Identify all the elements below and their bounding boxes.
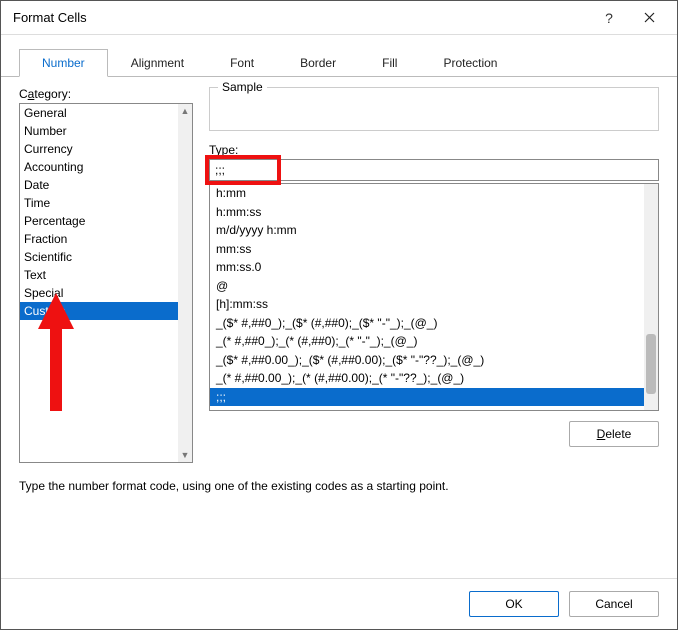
type-listbox[interactable]: h:mm h:mm:ss m/d/yyyy h:mm mm:ss mm:ss.0… [209, 183, 659, 411]
type-label: Type: [209, 143, 659, 157]
list-item[interactable]: m/d/yyyy h:mm [210, 221, 644, 240]
tab-font[interactable]: Font [207, 49, 277, 76]
list-item[interactable]: [h]:mm:ss [210, 295, 644, 314]
tab-protection[interactable]: Protection [420, 49, 520, 76]
ok-button[interactable]: OK [469, 591, 559, 617]
list-item[interactable]: mm:ss [210, 240, 644, 259]
list-item[interactable]: Percentage [20, 212, 178, 230]
tab-bar: Number Alignment Font Border Fill Protec… [1, 35, 677, 77]
tab-fill[interactable]: Fill [359, 49, 420, 76]
scroll-down-icon: ▼ [181, 448, 190, 462]
list-item[interactable]: _(* #,##0_);_(* (#,##0);_(* "-"_);_(@_) [210, 332, 644, 351]
tab-border[interactable]: Border [277, 49, 359, 76]
titlebar: Format Cells ? [1, 1, 677, 35]
category-section: Category: General Number Currency Accoun… [19, 87, 193, 463]
list-item[interactable]: Text [20, 266, 178, 284]
scroll-up-icon: ▲ [181, 104, 190, 118]
list-item[interactable]: Fraction [20, 230, 178, 248]
list-item[interactable]: Number [20, 122, 178, 140]
help-button[interactable]: ? [589, 3, 629, 33]
sample-legend: Sample [218, 80, 267, 94]
list-item[interactable]: _($* #,##0.00_);_($* (#,##0.00);_($* "-"… [210, 351, 644, 370]
window-title: Format Cells [13, 10, 589, 25]
scrollbar-thumb[interactable] [646, 334, 656, 394]
tab-number[interactable]: Number [19, 49, 108, 77]
list-item[interactable]: Currency [20, 140, 178, 158]
tab-alignment[interactable]: Alignment [108, 49, 207, 76]
options-section: Sample Type: h:mm h:mm:ss m/d/yyyy h:mm … [209, 87, 659, 463]
list-item[interactable]: General [20, 104, 178, 122]
list-item[interactable]: Time [20, 194, 178, 212]
list-item[interactable]: Date [20, 176, 178, 194]
scrollbar[interactable] [644, 184, 658, 410]
list-item[interactable]: ;;; [210, 388, 644, 407]
scrollbar[interactable]: ▲ ▼ [178, 104, 192, 462]
type-input[interactable] [209, 159, 659, 181]
list-item[interactable]: Scientific [20, 248, 178, 266]
list-item[interactable]: Accounting [20, 158, 178, 176]
list-item[interactable]: h:mm:ss [210, 203, 644, 222]
delete-button[interactable]: Delete [569, 421, 659, 447]
hint-text: Type the number format code, using one o… [19, 479, 659, 493]
list-item[interactable]: mm:ss.0 [210, 258, 644, 277]
list-item[interactable]: _(* #,##0.00_);_(* (#,##0.00);_(* "-"??_… [210, 369, 644, 388]
category-listbox[interactable]: General Number Currency Accounting Date … [19, 103, 193, 463]
list-item[interactable]: _($* #,##0_);_($* (#,##0);_($* "-"_);_(@… [210, 314, 644, 333]
sample-box: Sample [209, 87, 659, 131]
dialog-footer: OK Cancel [1, 578, 677, 629]
list-item[interactable]: @ [210, 277, 644, 296]
list-item[interactable]: h:mm [210, 184, 644, 203]
category-label: Category: [19, 87, 193, 101]
close-icon [644, 12, 655, 23]
list-item[interactable]: Special [20, 284, 178, 302]
format-cells-dialog: Format Cells ? Number Alignment Font Bor… [0, 0, 678, 630]
close-button[interactable] [629, 3, 669, 33]
cancel-button[interactable]: Cancel [569, 591, 659, 617]
list-item[interactable]: Custom [20, 302, 178, 320]
tab-content: Category: General Number Currency Accoun… [1, 77, 677, 578]
